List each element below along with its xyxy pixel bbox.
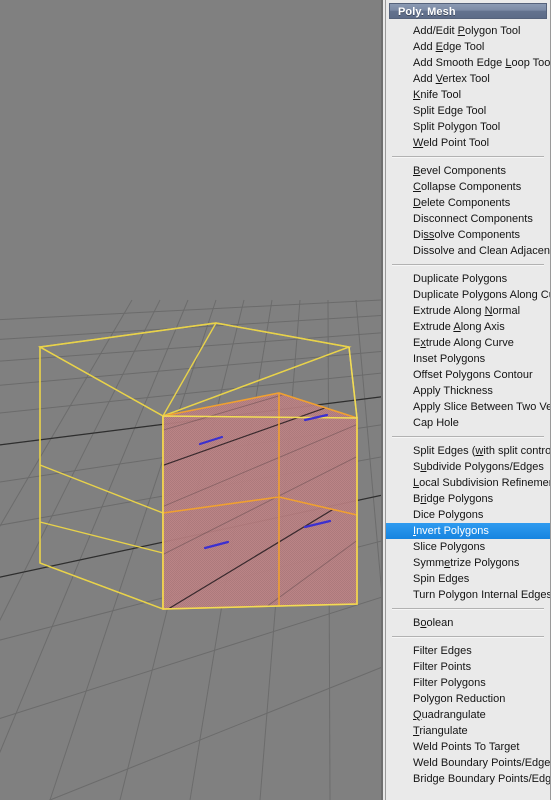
menu-item-weld-boundary-points-edges[interactable]: Weld Boundary Points/Edges bbox=[386, 755, 550, 771]
menu-item-apply-thickness[interactable]: Apply Thickness bbox=[386, 383, 550, 399]
menu-items-list[interactable]: Add/Edit Polygon Tool Add Edge Tool Add Sm… bbox=[386, 19, 550, 787]
menu-item-cap-hole[interactable]: Cap Hole bbox=[386, 415, 550, 431]
viewport-3d[interactable] bbox=[0, 0, 381, 800]
menu-item-weld-point-tool[interactable]: Weld Point Tool bbox=[386, 135, 550, 151]
menu-item-add-vertex-tool[interactable]: Add Vertex Tool bbox=[386, 71, 550, 87]
menu-item-disconnect-components[interactable]: Disconnect Components bbox=[386, 211, 550, 227]
menu-item-filter-edges[interactable]: Filter Edges bbox=[386, 643, 550, 659]
menu-item-split-edge-tool[interactable]: Split Edge Tool bbox=[386, 103, 550, 119]
poly-mesh-menu-panel[interactable]: Poly. Mesh Add/Edit Polygon Tool Add Edge… bbox=[381, 0, 551, 800]
selected-polygons[interactable] bbox=[163, 393, 357, 609]
menu-item-bridge-boundary-points-edges[interactable]: Bridge Boundary Points/Edges bbox=[386, 771, 550, 787]
menu-item-add-smooth-edge-loop-tool[interactable]: Add Smooth Edge Loop Tool bbox=[386, 55, 550, 71]
menu-item-polygon-reduction[interactable]: Polygon Reduction bbox=[386, 691, 550, 707]
menu-item-filter-points[interactable]: Filter Points bbox=[386, 659, 550, 675]
menu-separator bbox=[392, 636, 544, 638]
menu-item-spin-edges[interactable]: Spin Edges bbox=[386, 571, 550, 587]
menu-item-dice-polygons[interactable]: Dice Polygons bbox=[386, 507, 550, 523]
menu-item-inset-polygons[interactable]: Inset Polygons bbox=[386, 351, 550, 367]
menu-item-quadrangulate[interactable]: Quadrangulate bbox=[386, 707, 550, 723]
menu-item-duplicate-polygons-along-curve[interactable]: Duplicate Polygons Along Curve bbox=[386, 287, 550, 303]
menu-item-split-polygon-tool[interactable]: Split Polygon Tool bbox=[386, 119, 550, 135]
menu-item-duplicate-polygons[interactable]: Duplicate Polygons bbox=[386, 271, 550, 287]
menu-item-filter-polygons[interactable]: Filter Polygons bbox=[386, 675, 550, 691]
menu-item-add-edge-tool[interactable]: Add Edge Tool bbox=[386, 39, 550, 55]
menu-separator bbox=[392, 608, 544, 610]
menu-item-add-edit-polygon-tool[interactable]: Add/Edit Polygon Tool bbox=[386, 23, 550, 39]
menu-item-offset-polygons-contour[interactable]: Offset Polygons Contour bbox=[386, 367, 550, 383]
menu-item-slice-polygons[interactable]: Slice Polygons bbox=[386, 539, 550, 555]
menu-separator bbox=[392, 264, 544, 266]
menu-item-local-subdivision-refinement[interactable]: Local Subdivision Refinement bbox=[386, 475, 550, 491]
menu-item-invert-polygons[interactable]: Invert Polygons bbox=[386, 523, 550, 539]
menu-separator bbox=[392, 436, 544, 438]
menu-item-knife-tool[interactable]: Knife Tool bbox=[386, 87, 550, 103]
menu-item-bridge-polygons[interactable]: Bridge Polygons bbox=[386, 491, 550, 507]
menu-item-dissolve-and-clean-adjacent-ve[interactable]: Dissolve and Clean Adjacent Ve bbox=[386, 243, 550, 259]
menu-item-extrude-along-normal[interactable]: Extrude Along Normal bbox=[386, 303, 550, 319]
menu-item-split-edges-with-split-control[interactable]: Split Edges (with split control) bbox=[386, 443, 550, 459]
menu-separator bbox=[392, 156, 544, 158]
menu-item-apply-slice-between-two-vertic[interactable]: Apply Slice Between Two Vertic bbox=[386, 399, 550, 415]
menu-item-symmetrize-polygons[interactable]: Symmetrize Polygons bbox=[386, 555, 550, 571]
menu-item-delete-components[interactable]: Delete Components bbox=[386, 195, 550, 211]
menu-item-boolean[interactable]: Boolean bbox=[386, 615, 550, 631]
menu-item-subdivide-polygons-edges[interactable]: Subdivide Polygons/Edges bbox=[386, 459, 550, 475]
menu-item-weld-points-to-target[interactable]: Weld Points To Target bbox=[386, 739, 550, 755]
menu-title-bar: Poly. Mesh bbox=[389, 3, 547, 19]
menu-item-extrude-along-axis[interactable]: Extrude Along Axis bbox=[386, 319, 550, 335]
menu-item-bevel-components[interactable]: Bevel Components bbox=[386, 163, 550, 179]
menu-item-extrude-along-curve[interactable]: Extrude Along Curve bbox=[386, 335, 550, 351]
viewport-background bbox=[0, 0, 381, 800]
menu-item-turn-polygon-internal-edges[interactable]: Turn Polygon Internal Edges bbox=[386, 587, 550, 603]
menu-item-dissolve-components[interactable]: Dissolve Components bbox=[386, 227, 550, 243]
viewport-canvas[interactable] bbox=[0, 0, 381, 800]
menu-item-triangulate[interactable]: Triangulate bbox=[386, 723, 550, 739]
menu-item-collapse-components[interactable]: Collapse Components bbox=[386, 179, 550, 195]
